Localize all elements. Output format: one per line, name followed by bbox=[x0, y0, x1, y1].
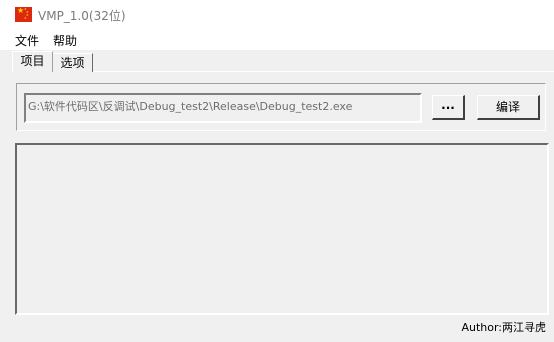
output-log[interactable] bbox=[15, 143, 549, 315]
menu-file[interactable]: 文件 bbox=[15, 32, 39, 49]
menu-help[interactable]: 帮助 bbox=[53, 32, 77, 49]
author-label: Author:两江寻虎 bbox=[461, 321, 546, 334]
browse-button[interactable]: ... bbox=[432, 95, 465, 120]
tab-options[interactable]: 选项 bbox=[53, 53, 93, 72]
menu-bar: 文件 帮助 bbox=[0, 30, 554, 50]
window-title: VMP_1.0(32位) bbox=[38, 9, 126, 23]
file-path-input[interactable]: G:\软件代码区\反调试\Debug_test2\Release\Debug_t… bbox=[24, 93, 422, 123]
tab-divider bbox=[93, 71, 554, 72]
china-flag-icon: ★ ★ ★ ★ ★ bbox=[15, 7, 32, 22]
tab-project[interactable]: 项目 bbox=[12, 51, 53, 72]
title-bar: ★ ★ ★ ★ ★ VMP_1.0(32位) bbox=[0, 0, 554, 30]
compile-button[interactable]: 编译 bbox=[477, 95, 540, 120]
